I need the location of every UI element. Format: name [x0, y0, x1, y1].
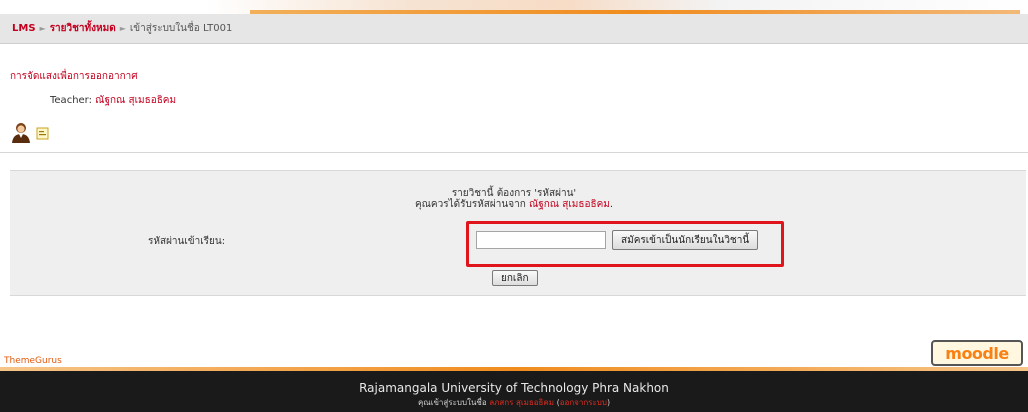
- course-icons: [10, 122, 50, 147]
- footer-login-prefix: คุณเข้าสู่ระบบในชื่อ: [417, 398, 490, 407]
- teacher-label: Teacher:: [50, 95, 96, 106]
- teacher-avatar-icon: [10, 122, 32, 147]
- theme-credit-link[interactable]: ThemeGurus: [4, 356, 62, 366]
- enrol-message-suffix: .: [609, 199, 614, 210]
- breadcrumb-separator-icon: ►: [39, 24, 46, 33]
- breadcrumb: LMS ► รายวิชาทั้งหมด ► เข้าสู่ระบบในชื่อ…: [0, 14, 1028, 44]
- enrol-message-prefix: คุณควรได้รับรหัสผ่านจาก: [414, 199, 529, 210]
- highlight-box: [466, 221, 784, 267]
- breadcrumb-all-courses-link[interactable]: รายวิชาทั้งหมด: [50, 21, 116, 36]
- enrol-message-line2: คุณควรได้รับรหัสผ่านจาก ณัฐกณ สุเมธอธิคม…: [0, 199, 1028, 210]
- header-banner: [0, 0, 1028, 14]
- breadcrumb-lms-link[interactable]: LMS: [12, 23, 36, 34]
- footer-login-info: คุณเข้าสู่ระบบในชื่อ ลภสกร สุเมธอธิคม (อ…: [0, 396, 1028, 409]
- teacher-line: Teacher: ณัฐกณ สุเมธอธิคม: [50, 93, 176, 108]
- footer-user-link[interactable]: ลภสกร สุเมธอธิคม: [489, 398, 554, 407]
- enrol-message-line1: รายวิชานี้ ต้องการ 'รหัสผ่าน': [451, 188, 577, 199]
- moodle-logo[interactable]: moodle: [931, 340, 1023, 366]
- password-label: รหัสผ่านเข้าเรียน:: [148, 236, 226, 247]
- logout-link[interactable]: ออกจากระบบ: [560, 398, 607, 407]
- footer-university: Rajamangala University of Technology Phr…: [359, 381, 669, 395]
- divider: [0, 152, 1028, 153]
- breadcrumb-separator-icon: ►: [119, 24, 126, 33]
- breadcrumb-current: เข้าสู่ระบบในชื่อ LT001: [129, 23, 233, 34]
- enrol-message: รายวิชานี้ ต้องการ 'รหัสผ่าน' คุณควรได้ร…: [0, 188, 1028, 210]
- info-key-icon[interactable]: [36, 126, 50, 143]
- teacher-name-link[interactable]: ณัฐกณ สุเมธอธิคม: [95, 95, 176, 106]
- page-footer: Rajamangala University of Technology Phr…: [0, 371, 1028, 412]
- enrol-message-teacher-link[interactable]: ณัฐกณ สุเมธอธิคม: [529, 199, 610, 210]
- course-title: การจัดแสงเพื่อการออกอากาศ: [10, 71, 138, 82]
- cancel-button[interactable]: ยกเลิก: [492, 270, 538, 286]
- footer-login-close: ): [606, 398, 611, 407]
